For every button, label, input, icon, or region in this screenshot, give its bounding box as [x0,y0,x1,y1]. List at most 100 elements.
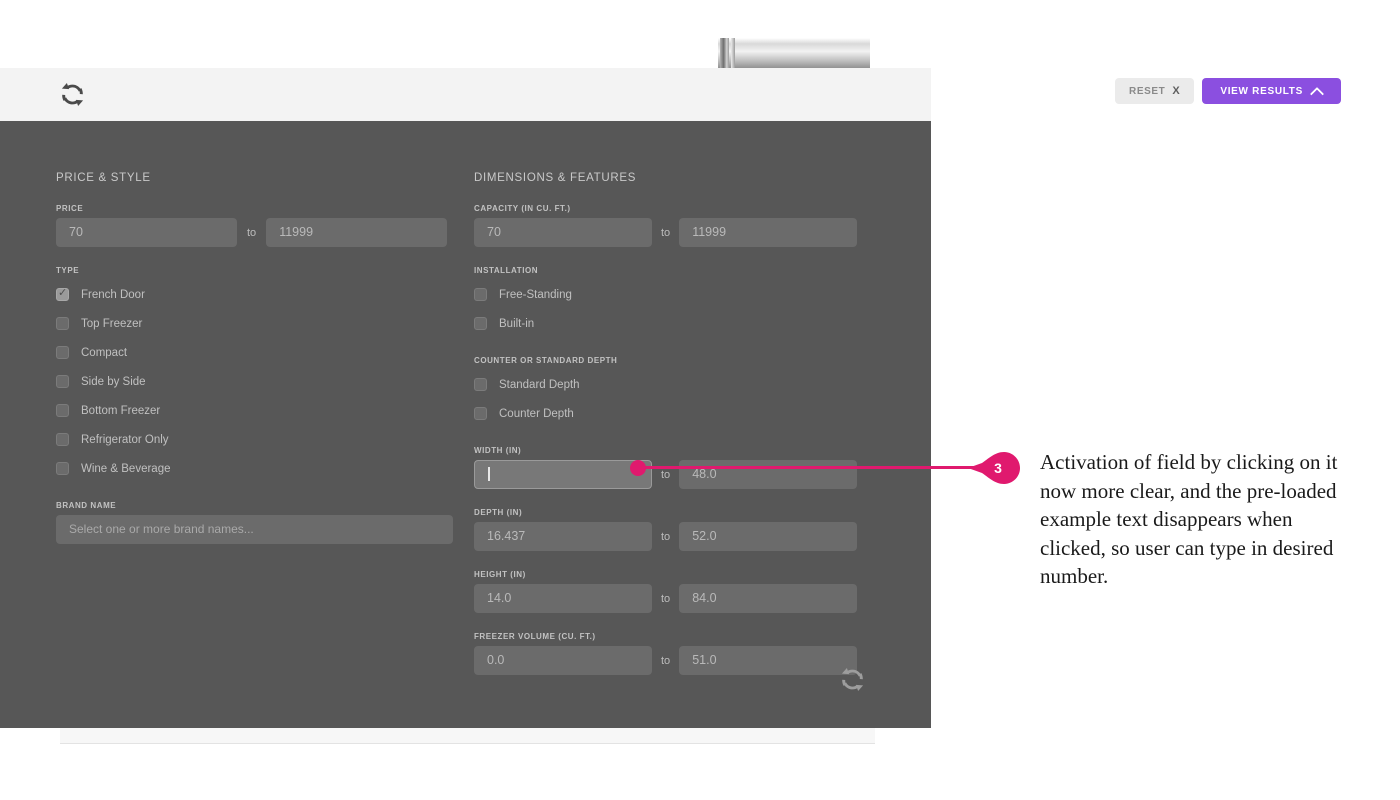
section-title-dimensions-features: DIMENSIONS & FEATURES [474,172,637,184]
checkbox-row-counter-depth[interactable]: Counter Depth [474,399,872,428]
capacity-range-separator: to [661,226,671,239]
close-icon: X [1172,85,1181,97]
height-filter-group: HEIGHT (IN) 14.0 to 84.0 [474,570,872,613]
reset-label: RESET [1129,85,1166,97]
type-label: TYPE [56,266,80,275]
text-cursor [488,467,490,481]
checkbox-row-free-standing[interactable]: Free-Standing [474,280,872,309]
annotation-pin: 3 [968,452,1020,484]
price-min-input[interactable]: 70 [56,218,237,247]
checkbox-label-built-in: Built-in [499,317,535,330]
checkbox-icon-counter-depth[interactable] [474,407,487,420]
freezer-volume-filter-group: FREEZER VOLUME (CU. FT.) 0.0 to 51.0 [474,632,872,675]
sync-refresh-icon-bottom[interactable] [836,664,869,695]
type-filter-group: TYPE French Door Top Freezer Compact [56,266,456,483]
checkbox-label-counter-depth: Counter Depth [499,407,574,420]
brand-filter-group: BRAND NAME Select one or more brand name… [56,501,456,544]
toolbar-actions: RESET X VIEW RESULTS [1115,78,1341,104]
checkbox-row-compact[interactable]: Compact [56,338,456,367]
counter-or-standard-depth-label: COUNTER OR STANDARD DEPTH [474,356,618,365]
height-label: HEIGHT (IN) [474,570,526,579]
freezer-volume-min-input[interactable]: 0.0 [474,646,652,675]
price-and-style-column: PRICE & STYLE PRICE 70 to 11999 TYPE Fre… [56,172,456,562]
width-min-input[interactable] [474,460,652,489]
checkbox-row-french-door[interactable]: French Door [56,280,456,309]
depth-type-filter-group: COUNTER OR STANDARD DEPTH Standard Depth… [474,356,872,428]
checkbox-icon-bottom-freezer[interactable] [56,404,69,417]
checkbox-icon-standard-depth[interactable] [474,378,487,391]
installation-label: INSTALLATION [474,266,539,275]
height-range-row: 14.0 to 84.0 [474,584,872,613]
checkbox-icon-top-freezer[interactable] [56,317,69,330]
freezer-volume-range-row: 0.0 to 51.0 [474,646,872,675]
capacity-max-input[interactable]: 11999 [679,218,858,247]
depth-filter-group: DEPTH (IN) 16.437 to 52.0 [474,508,872,551]
checkbox-label-french-door: French Door [81,288,145,301]
checkbox-row-side-by-side[interactable]: Side by Side [56,367,456,396]
checkbox-row-wine-beverage[interactable]: Wine & Beverage [56,454,456,483]
filter-toolbar [0,68,931,121]
depth-max-input[interactable]: 52.0 [679,522,858,551]
checkbox-label-standard-depth: Standard Depth [499,378,580,391]
checkbox-label-top-freezer: Top Freezer [81,317,143,330]
checkbox-row-standard-depth[interactable]: Standard Depth [474,370,872,399]
checkbox-label-bottom-freezer: Bottom Freezer [81,404,161,417]
freezer-volume-range-separator: to [661,654,671,667]
annotation-leader-line [638,466,988,469]
annotation-leader-dot [630,460,646,476]
chevron-up-icon [1312,86,1323,97]
checkbox-icon-built-in[interactable] [474,317,487,330]
filter-panel: PRICE & STYLE PRICE 70 to 11999 TYPE Fre… [0,121,931,728]
checkbox-row-top-freezer[interactable]: Top Freezer [56,309,456,338]
brand-name-input[interactable]: Select one or more brand names... [56,515,453,544]
checkbox-icon-french-door[interactable] [56,286,69,301]
installation-filter-group: INSTALLATION Free-Standing Built-in [474,266,872,338]
checkbox-icon-side-by-side[interactable] [56,375,69,388]
checkbox-label-compact: Compact [81,346,128,359]
checkbox-label-side-by-side: Side by Side [81,375,146,388]
checkbox-icon-free-standing[interactable] [474,288,487,301]
capacity-min-input[interactable]: 70 [474,218,652,247]
depth-range-row: 16.437 to 52.0 [474,522,872,551]
depth-min-input[interactable]: 16.437 [474,522,652,551]
width-label: WIDTH (IN) [474,446,522,455]
checkbox-row-refrigerator-only[interactable]: Refrigerator Only [56,425,456,454]
checkbox-icon-compact[interactable] [56,346,69,359]
checkbox-label-refrigerator-only: Refrigerator Only [81,433,169,446]
sync-refresh-icon[interactable] [56,79,89,110]
annotation-text: Activation of field by clicking on it no… [1040,450,1338,588]
capacity-label: CAPACITY (IN CU. FT.) [474,204,571,213]
results-bar-below-panel [60,728,875,744]
screenshot-root: RESET X VIEW RESULTS PRICE & STYLE PRICE… [0,0,1400,800]
price-range-row: 70 to 11999 [56,218,456,247]
width-max-input[interactable]: 48.0 [679,460,858,489]
capacity-filter-group: CAPACITY (IN CU. FT.) 70 to 11999 [474,204,872,247]
price-filter-group: PRICE 70 to 11999 [56,204,456,247]
checkbox-icon-refrigerator-only[interactable] [56,433,69,446]
checkbox-row-built-in[interactable]: Built-in [474,309,872,338]
view-results-label: VIEW RESULTS [1220,85,1303,97]
capacity-range-row: 70 to 11999 [474,218,872,247]
view-results-button[interactable]: VIEW RESULTS [1202,78,1341,104]
section-title-price-style: PRICE & STYLE [56,172,151,184]
annotation-number: 3 [994,460,1002,476]
product-image-strip [718,38,870,70]
checkbox-label-wine-beverage: Wine & Beverage [81,462,171,475]
height-min-input[interactable]: 14.0 [474,584,652,613]
price-label: PRICE [56,204,84,213]
brand-name-label: BRAND NAME [56,501,117,510]
height-range-separator: to [661,592,671,605]
width-range-row: to 48.0 [474,460,872,489]
width-range-separator: to [661,468,671,481]
checkbox-label-free-standing: Free-Standing [499,288,572,301]
depth-range-separator: to [661,530,671,543]
price-range-separator: to [247,226,257,239]
checkbox-icon-wine-beverage[interactable] [56,462,69,475]
dimensions-and-features-column: DIMENSIONS & FEATURES CAPACITY (IN CU. F… [474,172,872,694]
reset-button[interactable]: RESET X [1115,78,1195,104]
height-max-input[interactable]: 84.0 [679,584,858,613]
price-max-input[interactable]: 11999 [266,218,448,247]
depth-label: DEPTH (IN) [474,508,523,517]
freezer-volume-max-input[interactable]: 51.0 [679,646,858,675]
checkbox-row-bottom-freezer[interactable]: Bottom Freezer [56,396,456,425]
